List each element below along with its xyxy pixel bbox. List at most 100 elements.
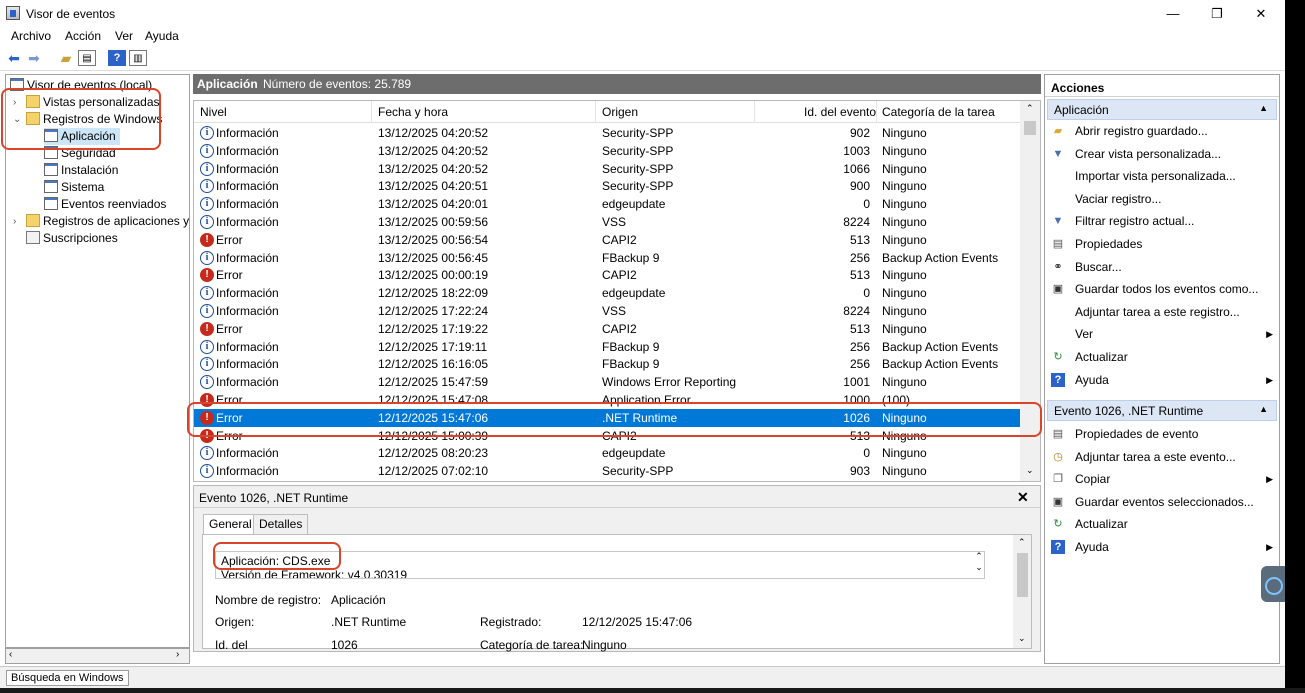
- action-item[interactable]: ▼ Filtrar registro actual...: [1051, 211, 1273, 231]
- menu-ayuda[interactable]: Ayuda: [145, 29, 179, 43]
- close-icon[interactable]: ✕: [1017, 489, 1029, 506]
- column-header-date[interactable]: Fecha y hora: [378, 105, 448, 119]
- scroll-right-icon[interactable]: ›: [176, 649, 179, 660]
- table-row[interactable]: i Información 12/12/2025 07:02:10 Security-…: [194, 462, 1020, 480]
- cell-id: 256: [849, 250, 870, 265]
- tree-item-forwarded-events[interactable]: Eventos reenviados: [44, 196, 166, 213]
- collapse-triangle-icon[interactable]: ▲: [1259, 103, 1268, 113]
- table-row[interactable]: ! Error 12/12/2025 17:19:22 CAPI2 513 Ninguno: [194, 320, 1020, 338]
- teamviewer-tab-icon[interactable]: [1261, 566, 1285, 602]
- help-icon: ?: [1051, 372, 1065, 387]
- show-hide-tree-icon[interactable]: ▤: [78, 50, 96, 66]
- chevron-right-icon[interactable]: ›: [13, 213, 23, 230]
- information-icon: i: [200, 161, 214, 176]
- help-icon[interactable]: ?: [108, 50, 126, 66]
- table-row[interactable]: i Información 13/12/2025 04:20:51 Security-…: [194, 177, 1020, 195]
- column-header-event-id[interactable]: Id. del evento: [804, 105, 876, 119]
- column-header-level[interactable]: Nivel: [200, 105, 227, 119]
- table-row[interactable]: ! Error 13/12/2025 00:56:54 CAPI2 513 Ninguno: [194, 231, 1020, 249]
- toolbar: ⬅ ➡ ▰ ▤ ? ▥: [0, 47, 1285, 71]
- action-item[interactable]: ❐ Copiar ▶: [1051, 469, 1273, 489]
- cell-level: Información: [216, 357, 279, 372]
- tree-item-system[interactable]: Sistema: [44, 179, 104, 196]
- scroll-thumb[interactable]: [1024, 121, 1036, 135]
- table-row[interactable]: i Información 13/12/2025 00:56:45 FBackup 9…: [194, 249, 1020, 267]
- table-row[interactable]: i Información 13/12/2025 00:59:56 VSS 8224 Ni…: [194, 213, 1020, 231]
- action-item[interactable]: Adjuntar tarea a este registro...: [1051, 302, 1273, 322]
- collapse-triangle-icon[interactable]: ▲: [1259, 404, 1268, 414]
- action-item[interactable]: ▣ Guardar todos los eventos como...: [1051, 279, 1273, 299]
- action-item[interactable]: ▰ Abrir registro guardado...: [1051, 121, 1273, 141]
- tree-item-app-services-logs[interactable]: › Registros de aplicaciones y s: [13, 213, 189, 230]
- scroll-left-icon[interactable]: ‹: [9, 649, 12, 660]
- action-item[interactable]: ? Ayuda ▶: [1051, 537, 1273, 557]
- cell-level: Información: [216, 197, 279, 212]
- action-item[interactable]: ◷ Adjuntar tarea a este evento...: [1051, 447, 1273, 467]
- menu-accion[interactable]: Acción: [65, 29, 101, 43]
- show-hide-action-pane-icon[interactable]: ▥: [129, 50, 147, 66]
- table-row[interactable]: ! Error 13/12/2025 00:00:19 CAPI2 513 Ninguno: [194, 266, 1020, 284]
- table-row[interactable]: i Información 12/12/2025 17:22:24 VSS 8224 Ni…: [194, 302, 1020, 320]
- tree-horizontal-scrollbar[interactable]: ‹ ›: [5, 648, 190, 664]
- table-row[interactable]: i Información 12/12/2025 15:47:59 Windows E…: [194, 373, 1020, 391]
- status-text: Búsqueda en Windows: [6, 670, 129, 686]
- tab-details[interactable]: Detalles: [253, 514, 309, 535]
- action-item[interactable]: ? Ayuda ▶: [1051, 370, 1273, 390]
- action-item[interactable]: ▤ Propiedades de evento: [1051, 424, 1273, 444]
- action-item[interactable]: ↻ Actualizar: [1051, 514, 1273, 534]
- table-row[interactable]: i Información 13/12/2025 04:20:52 Security-…: [194, 124, 1020, 142]
- cell-cat: Ninguno: [882, 321, 927, 336]
- menu-ver[interactable]: Ver: [115, 29, 133, 43]
- action-item[interactable]: Ver ▶: [1051, 324, 1273, 344]
- submenu-arrow-icon: ▶: [1266, 474, 1273, 485]
- scroll-up-icon[interactable]: ⌃: [1026, 103, 1034, 114]
- up-folder-icon[interactable]: ▰: [57, 50, 75, 66]
- actions-section-event[interactable]: Evento 1026, .NET Runtime ▲: [1047, 400, 1277, 421]
- table-row[interactable]: i Información 13/12/2025 04:20:01 edgeupdat…: [194, 195, 1020, 213]
- table-row[interactable]: i Información 12/12/2025 18:22:09 edgeupdat…: [194, 284, 1020, 302]
- column-header-category[interactable]: Categoría de la tarea: [882, 105, 995, 119]
- cell-source: CAPI2: [602, 321, 637, 336]
- table-row[interactable]: i Información 12/12/2025 16:16:05 FBackup 9…: [194, 355, 1020, 373]
- tree-item-setup[interactable]: Instalación: [44, 162, 118, 179]
- action-item[interactable]: ▣ Guardar eventos seleccionados...: [1051, 492, 1273, 512]
- close-button[interactable]: ✕: [1238, 0, 1284, 28]
- action-item[interactable]: ↻ Actualizar: [1051, 347, 1273, 367]
- description-scroll-icon[interactable]: ⌃ ⌄: [973, 551, 985, 573]
- scroll-up-icon[interactable]: ⌃: [1018, 537, 1026, 548]
- cell-source: edgeupdate: [602, 286, 666, 301]
- information-icon: i: [200, 197, 214, 212]
- column-divider[interactable]: [754, 101, 755, 123]
- cell-source: Security-SPP: [602, 464, 674, 479]
- maximize-button[interactable]: ❐: [1194, 0, 1240, 28]
- table-row[interactable]: i Información 12/12/2025 08:20:23 edgeupdat…: [194, 444, 1020, 462]
- action-item[interactable]: ▼ Crear vista personalizada...: [1051, 144, 1273, 164]
- table-row[interactable]: i Información 12/12/2025 17:19:11 FBackup 9…: [194, 338, 1020, 356]
- action-item[interactable]: ⚭ Buscar...: [1051, 257, 1273, 277]
- column-divider[interactable]: [595, 101, 596, 123]
- action-item[interactable]: ▤ Propiedades: [1051, 234, 1273, 254]
- cell-level: Información: [216, 215, 279, 229]
- actions-section-application[interactable]: Aplicación ▲: [1047, 99, 1277, 120]
- column-divider[interactable]: [371, 101, 372, 123]
- detail-vertical-scrollbar[interactable]: ⌃ ⌄: [1013, 535, 1031, 648]
- table-row[interactable]: i Información 13/12/2025 04:20:52 Security-…: [194, 142, 1020, 160]
- action-item[interactable]: Vaciar registro...: [1051, 189, 1273, 209]
- minimize-button[interactable]: —: [1150, 0, 1196, 28]
- action-item[interactable]: Importar vista personalizada...: [1051, 166, 1273, 186]
- column-header-source[interactable]: Origen: [602, 105, 638, 119]
- cell-id: 8224: [843, 215, 870, 229]
- scroll-down-icon[interactable]: ⌄: [1018, 633, 1026, 644]
- cell-source: FBackup 9: [602, 357, 660, 372]
- forward-arrow-icon[interactable]: ➡: [25, 50, 43, 66]
- scroll-down-icon[interactable]: ⌄: [1026, 465, 1034, 476]
- action-label: Copiar: [1075, 472, 1111, 487]
- menu-archivo[interactable]: Archivo: [11, 29, 51, 43]
- back-arrow-icon[interactable]: ⬅: [5, 50, 23, 66]
- tree-item-subscriptions[interactable]: Suscripciones: [26, 230, 118, 247]
- scroll-thumb[interactable]: [1017, 553, 1028, 597]
- table-row[interactable]: i Información 13/12/2025 04:20:52 Security-…: [194, 160, 1020, 178]
- tab-general[interactable]: General: [203, 514, 258, 536]
- column-divider[interactable]: [876, 101, 877, 123]
- task-category-value: Ninguno: [582, 638, 627, 652]
